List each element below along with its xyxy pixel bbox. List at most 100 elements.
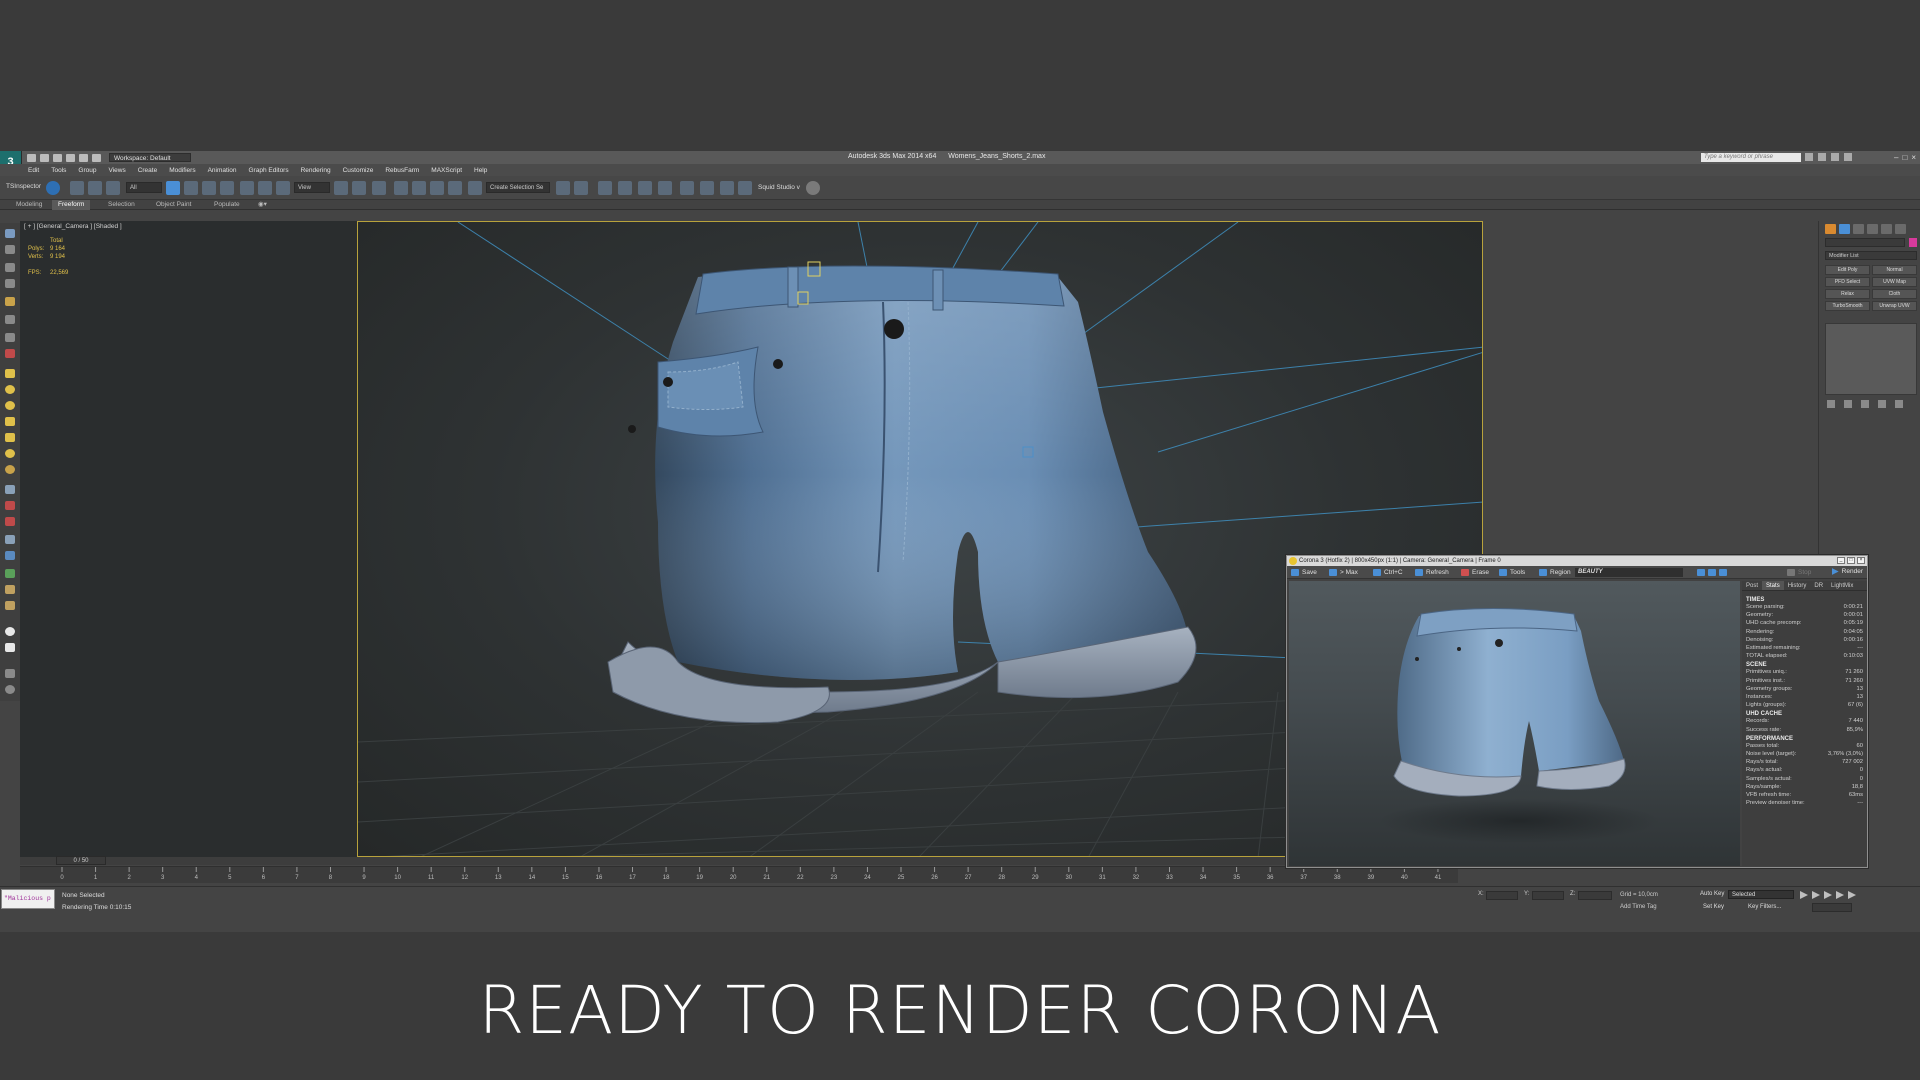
viewport-label[interactable]: [ + ] [General_Camera ] [Shaded ] [24,223,122,230]
select-manipulate-icon[interactable] [352,181,366,195]
helper-icon[interactable] [5,333,15,342]
modifier-cloth-button[interactable]: Cloth [1872,289,1917,299]
vfb-region-button[interactable]: Region [1539,569,1571,576]
foliage-icon[interactable] [5,569,15,578]
next-frame-icon[interactable] [1836,891,1844,899]
vfb-erase-button[interactable]: Erase [1461,569,1489,576]
redo-icon[interactable] [79,153,88,162]
spline-icon[interactable] [5,517,15,526]
binoculars-icon[interactable] [1805,153,1813,161]
cylinder-icon[interactable] [5,417,15,426]
tab-populate[interactable]: Populate [208,200,246,210]
keyboard-shortcut-override-icon[interactable] [372,181,386,195]
exchange-icon[interactable] [1831,153,1839,161]
cone-icon[interactable] [5,433,15,442]
unlink-icon[interactable] [88,181,102,195]
minimize-icon[interactable]: – [1894,153,1898,162]
hierarchy-tab-icon[interactable] [1853,224,1864,234]
project-folder-icon[interactable] [92,153,101,162]
modifier-list-dropdown[interactable]: Modifier List [1825,251,1917,260]
refresh-icon[interactable] [806,181,820,195]
brush-icon[interactable] [5,585,15,594]
bind-spacewarp-icon[interactable] [106,181,120,195]
select-object-icon[interactable] [166,181,180,195]
track-bar[interactable]: 0 1 2 3 4 5 6 7 8 9 10 11 12 13 14 15 16 17 18 19 20 21 22 23 24… [20,866,1458,883]
grid-icon[interactable] [5,643,15,652]
menu-help[interactable]: Help [468,167,493,174]
configure-modifier-sets-icon[interactable] [1895,400,1903,408]
modifier-turbosmooth-button[interactable]: TurboSmooth [1825,301,1870,311]
layer-manager-icon[interactable] [598,181,612,195]
angle-snap-icon[interactable] [412,181,426,195]
vfb-close-icon[interactable]: × [1857,557,1865,564]
snaps-toggle-icon[interactable] [394,181,408,195]
make-unique-icon[interactable] [1861,400,1869,408]
vfb-render-image[interactable] [1289,581,1740,866]
render-production-icon[interactable] [738,181,752,195]
tab-object-paint[interactable]: Object Paint [150,200,197,210]
rectangular-selection-icon[interactable] [202,181,216,195]
auto-key-button[interactable]: Auto Key [1700,891,1724,897]
open-file-icon[interactable] [40,153,49,162]
plane-icon[interactable] [5,485,15,494]
light-icon[interactable] [5,297,15,306]
rendered-frame-window-icon[interactable] [720,181,734,195]
current-frame-field[interactable] [1812,903,1852,912]
object-color-swatch[interactable] [1909,238,1917,247]
remove-modifier-icon[interactable] [1878,400,1886,408]
modifier-uvw-map-button[interactable]: UVW Map [1872,277,1917,287]
utilities-tab-icon[interactable] [1895,224,1906,234]
sphere-icon[interactable] [5,385,15,394]
material-editor-icon[interactable] [680,181,694,195]
motion-tab-icon[interactable] [1867,224,1878,234]
menu-maxscript[interactable]: MAXScript [425,167,468,174]
show-end-result-icon[interactable] [1844,400,1852,408]
modifier-edit-poly-button[interactable]: Edit Poly [1825,265,1870,275]
render-element-dropdown[interactable]: BEAUTY [1575,568,1683,577]
torus-icon[interactable] [5,465,15,474]
layer-explorer-icon[interactable] [5,245,15,254]
maximize-icon[interactable]: □ [1902,153,1907,162]
named-selection-dropdown[interactable]: Create Selection Se [486,182,550,193]
squid-studio-label[interactable]: Squid Studio v [758,184,800,191]
create-tab-icon[interactable] [1825,224,1836,234]
previous-frame-icon[interactable] [1812,891,1820,899]
menu-animation[interactable]: Animation [202,167,243,174]
menu-views[interactable]: Views [102,167,131,174]
tab-freeform[interactable]: Freeform [52,200,91,210]
vfb-tab-stats[interactable]: Stats [1762,581,1784,590]
question-icon[interactable] [5,685,15,694]
menu-tools[interactable]: Tools [45,167,72,174]
key-selection-dropdown[interactable]: Selected [1728,890,1794,899]
maxscript-listener[interactable]: "Malicious p [1,889,55,909]
pin-stack-icon[interactable] [1827,400,1835,408]
spacewarp-icon[interactable] [5,349,15,358]
modifier-stack[interactable] [1825,323,1917,395]
hierarchy-icon[interactable] [5,279,15,288]
menu-group[interactable]: Group [72,167,102,174]
menu-customize[interactable]: Customize [337,167,380,174]
close-icon[interactable]: × [1911,153,1916,162]
list-icon[interactable] [5,263,15,272]
vfb-tab-dr[interactable]: DR [1810,581,1827,590]
box-icon[interactable] [5,369,15,378]
zoom-100-icon[interactable] [1708,569,1716,576]
globe-icon[interactable] [5,627,15,636]
window-crossing-icon[interactable] [220,181,234,195]
time-slider[interactable] [20,857,1458,865]
object-name-field[interactable] [1825,238,1905,247]
rotate-icon[interactable] [258,181,272,195]
selection-filter-dropdown[interactable]: All [126,182,162,193]
new-file-icon[interactable] [27,153,36,162]
y-coordinate-field[interactable] [1532,891,1564,900]
menu-edit[interactable]: Edit [22,167,45,174]
modifier-relax-button[interactable]: Relax [1825,289,1870,299]
play-icon[interactable] [1824,891,1832,899]
modifier-pfd-select-button[interactable]: PFD Select [1825,277,1870,287]
graphite-toggle-icon[interactable] [618,181,632,195]
vfb-copy-button[interactable]: Ctrl+C [1373,569,1403,576]
menu-rendering[interactable]: Rendering [295,167,337,174]
spinner-snap-icon[interactable] [448,181,462,195]
mirror-icon[interactable] [556,181,570,195]
select-by-name-icon[interactable] [184,181,198,195]
